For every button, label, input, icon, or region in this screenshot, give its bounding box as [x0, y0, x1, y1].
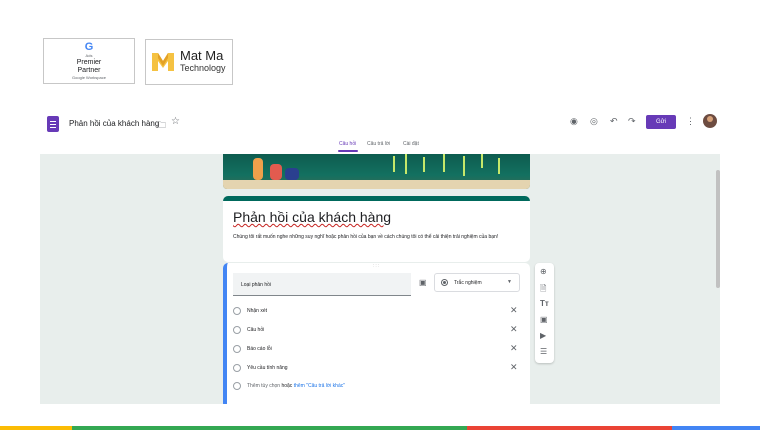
document-title[interactable]: Phản hồi của khách hàng [69, 119, 159, 128]
more-vert-icon[interactable]: ⋮ [686, 116, 695, 127]
import-questions-icon[interactable]: 🗎 [540, 283, 546, 297]
form-tabs: Câu hỏi Câu trả lời Cài đặt [0, 141, 760, 153]
badge-premier-text: Premier [76, 59, 102, 66]
radio-circle-icon [233, 345, 241, 353]
chevron-down-icon: ▼ [507, 279, 512, 285]
close-icon[interactable]: ✕ [510, 305, 518, 316]
send-button[interactable]: Gửi [646, 115, 676, 129]
matma-subtitle: Technology [180, 63, 226, 73]
question-title-input[interactable]: Loại phản hồi [233, 273, 411, 296]
add-image-icon[interactable]: ▣ [419, 278, 427, 287]
radio-circle-icon [233, 382, 241, 390]
or-text: hoặc [281, 383, 293, 389]
close-icon[interactable]: ✕ [510, 324, 518, 335]
badge-partner-text: Partner [77, 67, 101, 74]
matma-badge: Mat Ma Technology [145, 39, 233, 85]
redo-icon[interactable]: ↷ [628, 116, 636, 127]
option-label[interactable]: Nhận xét [247, 308, 267, 314]
question-type-select[interactable]: Trắc nghiệm ▼ [434, 273, 520, 292]
add-image-icon[interactable]: ▣ [540, 315, 548, 324]
preview-eye-icon[interactable]: ◎ [590, 116, 598, 127]
tab-responses[interactable]: Câu trả lời [367, 141, 390, 147]
form-header-image [223, 154, 530, 189]
badge-workspace-text: Google Workspace [72, 75, 106, 80]
add-other-link[interactable]: thêm "Câu trả lời khác" [294, 383, 345, 389]
close-icon[interactable]: ✕ [510, 362, 518, 373]
brand-color-stripe [0, 426, 760, 430]
form-title[interactable]: Phản hồi của khách hàng [233, 209, 391, 225]
page: G Ads Premier Partner Google Workspace M… [0, 0, 760, 430]
add-section-icon[interactable]: ☰ [540, 347, 547, 356]
radio-circle-icon [233, 326, 241, 334]
tab-questions[interactable]: Câu hỏi [339, 141, 356, 147]
add-video-icon[interactable]: ▶ [540, 331, 546, 340]
star-icon[interactable]: ☆ [171, 116, 180, 127]
option-label[interactable]: Báo cáo lỗi [247, 346, 272, 352]
radio-circle-icon [233, 364, 241, 372]
list-item[interactable]: Nhận xét ✕ [233, 305, 523, 316]
tab-settings[interactable]: Cài đặt [403, 141, 419, 147]
list-item[interactable]: Câu hỏi ✕ [233, 324, 523, 335]
palette-icon[interactable]: ◉ [570, 116, 578, 127]
active-tab-indicator [338, 150, 358, 152]
form-title-card[interactable]: Phản hồi của khách hàng Chúng tôi rất mu… [223, 196, 530, 262]
add-question-icon[interactable]: ⊕ [540, 267, 547, 276]
form-canvas: Phản hồi của khách hàng Chúng tôi rất mu… [40, 154, 720, 404]
form-description[interactable]: Chúng tôi rất muốn nghe những suy nghĩ h… [233, 234, 523, 241]
avatar[interactable] [703, 114, 717, 128]
matma-name: Mat Ma [180, 48, 224, 63]
list-item[interactable]: Yêu cầu tính năng ✕ [233, 362, 523, 373]
undo-icon[interactable]: ↶ [610, 116, 618, 127]
radio-button-icon [441, 279, 448, 286]
folder-icon[interactable]: 🗀 [157, 118, 166, 134]
add-title-icon[interactable]: Tт [540, 299, 549, 308]
top-bar: Phản hồi của khách hàng 🗀 ☆ ◉ ◎ ↶ ↷ Gửi … [0, 110, 760, 140]
google-forms-icon[interactable] [47, 116, 59, 132]
close-icon[interactable]: ✕ [510, 343, 518, 354]
google-partner-badge: G Ads Premier Partner Google Workspace [43, 38, 135, 84]
list-item[interactable]: Báo cáo lỗi ✕ [233, 343, 523, 354]
option-label[interactable]: Yêu cầu tính năng [247, 365, 288, 371]
question-card[interactable]: ::: Loại phản hồi ▣ Trắc nghiệm ▼ Nhận x… [223, 263, 530, 404]
add-option-link[interactable]: Thêm tùy chọn [247, 383, 280, 389]
scrollbar[interactable] [716, 170, 720, 288]
question-type-label: Trắc nghiệm [454, 280, 482, 286]
side-toolbar: ⊕ 🗎 Tт ▣ ▶ ☰ [535, 263, 554, 363]
drag-handle-icon[interactable]: ::: [373, 263, 380, 269]
add-option-row: Thêm tùy chọn hoặc thêm "Câu trả lời khá… [233, 381, 523, 391]
google-logo: G [84, 41, 94, 53]
matma-logo-icon [152, 53, 174, 71]
radio-circle-icon [233, 307, 241, 315]
option-label[interactable]: Câu hỏi [247, 327, 264, 333]
